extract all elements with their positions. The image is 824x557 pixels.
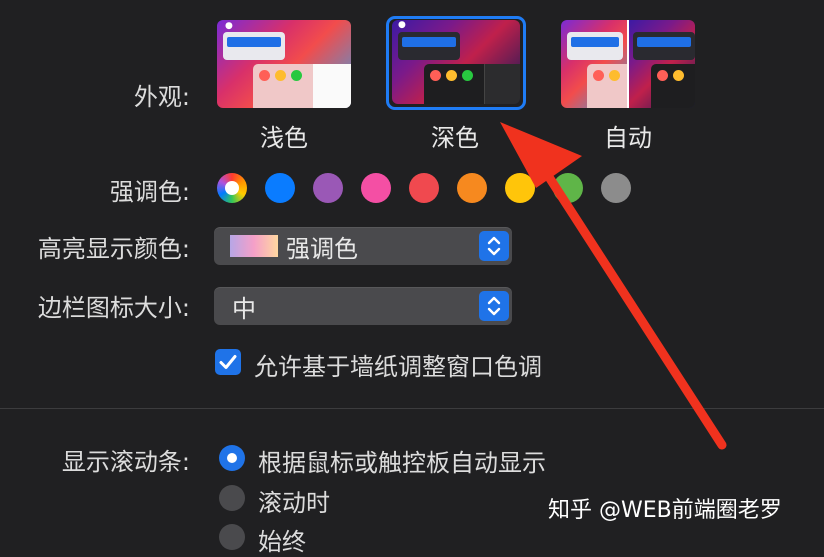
apple-logo-icon: ● — [225, 21, 233, 31]
accent-pink-swatch[interactable] — [361, 173, 391, 203]
window-preview-panel — [223, 32, 285, 60]
highlight-color-value: 强调色 — [286, 235, 358, 263]
appearance-light-label[interactable]: 浅色 — [204, 118, 364, 153]
accent-orange-swatch[interactable] — [457, 173, 487, 203]
window-preview — [424, 64, 520, 104]
scrollbars-automatic-radio[interactable] — [219, 445, 245, 471]
appearance-auto-thumbnail[interactable] — [561, 20, 695, 108]
section-divider — [0, 408, 824, 409]
scrollbars-when-scrolling-radio[interactable] — [219, 485, 245, 511]
sidebar-icon-size-value: 中 — [232, 295, 256, 323]
accent-color-label: 强调色: — [109, 178, 190, 206]
appearance-label: 外观: — [133, 83, 190, 111]
accent-multicolor-swatch[interactable] — [217, 173, 247, 203]
highlight-color-label: 高亮显示颜色: — [37, 235, 190, 263]
wallpaper-tint-label[interactable]: 允许基于墙纸调整窗口色调 — [254, 347, 542, 382]
scrollbars-always-label[interactable]: 始终 — [258, 522, 306, 557]
appearance-dark-label[interactable]: 深色 — [375, 118, 535, 153]
watermark-text: 知乎 @WEB前端圈老罗 — [548, 498, 782, 523]
accent-yellow-swatch[interactable] — [505, 173, 535, 203]
scrollbars-when-scrolling-label[interactable]: 滚动时 — [258, 483, 330, 518]
popup-stepper-icon — [479, 231, 509, 261]
accent-graphite-swatch[interactable] — [601, 173, 631, 203]
sidebar-icon-size-popup[interactable]: 中 — [214, 287, 512, 325]
show-scrollbars-label: 显示滚动条: — [61, 448, 190, 476]
window-preview — [253, 64, 351, 108]
highlight-color-preview — [230, 235, 278, 257]
accent-purple-swatch[interactable] — [313, 173, 343, 203]
accent-green-swatch[interactable] — [553, 173, 583, 203]
sidebar-icon-size-label: 边栏图标大小: — [37, 294, 190, 322]
appearance-auto-label[interactable]: 自动 — [548, 118, 708, 153]
scrollbars-always-radio[interactable] — [219, 524, 245, 550]
scrollbars-automatic-label[interactable]: 根据鼠标或触控板自动显示 — [258, 443, 546, 478]
wallpaper-tint-checkbox[interactable] — [215, 349, 241, 375]
window-preview-panel — [398, 32, 460, 60]
highlight-color-popup[interactable]: 强调色 — [214, 227, 512, 265]
appearance-light-thumbnail[interactable]: ● — [217, 20, 351, 108]
checkmark-icon — [219, 355, 237, 369]
accent-blue-swatch[interactable] — [265, 173, 295, 203]
apple-logo-icon: ● — [398, 20, 406, 30]
accent-red-swatch[interactable] — [409, 173, 439, 203]
popup-stepper-icon — [479, 291, 509, 321]
appearance-dark-thumbnail[interactable]: ● — [392, 20, 520, 104]
